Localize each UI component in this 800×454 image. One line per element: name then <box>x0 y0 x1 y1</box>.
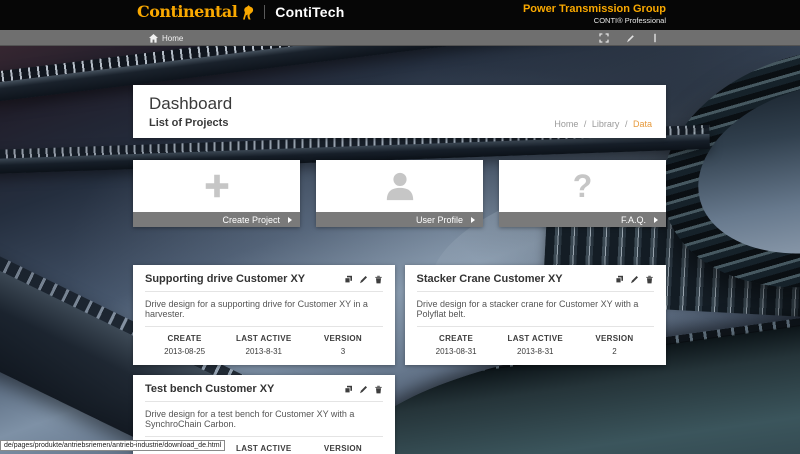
text-cursor-icon <box>652 33 658 43</box>
project-card-stacker-crane[interactable]: Stacker Crane Customer XY <box>405 265 667 365</box>
dashboard-panel: Dashboard List of Projects Home / Librar… <box>133 85 666 138</box>
last-active-header: LAST ACTIVE <box>224 334 303 343</box>
group-identity: Power Transmission Group CONTI® Professi… <box>523 3 666 26</box>
version-header: VERSION <box>303 444 382 453</box>
delete-icon[interactable] <box>374 385 383 394</box>
faq-label: F.A.Q. <box>621 215 646 225</box>
project-actions <box>344 385 383 394</box>
create-project-label: Create Project <box>222 215 280 225</box>
text-cursor-button[interactable] <box>652 33 658 43</box>
breadcrumb-home[interactable]: Home <box>554 119 578 129</box>
nav-home-link[interactable]: Home <box>149 34 183 43</box>
user-profile-card[interactable]: User Profile <box>316 160 483 227</box>
nav-bar: Home <box>0 30 800 46</box>
faq-card[interactable]: ? F.A.Q. <box>499 160 666 227</box>
project-meta-table: CREATE 2013-08-25 LAST ACTIVE 2013-8-31 … <box>145 327 383 365</box>
last-active-header: LAST ACTIVE <box>496 334 575 343</box>
continental-logo[interactable]: Continental ContiTech <box>137 4 345 20</box>
create-value: 2013-08-31 <box>417 347 496 356</box>
brand-divider <box>264 5 265 19</box>
create-project-button[interactable]: Create Project <box>133 212 300 227</box>
arrow-right-icon <box>288 217 292 223</box>
group-subtitle: CONTI® Professional <box>523 16 666 26</box>
home-icon <box>149 34 158 43</box>
continental-wordmark: Continental <box>137 4 237 20</box>
projects-grid: Supporting drive Customer XY <box>133 265 666 454</box>
quick-actions-row: Create Project User Profile <box>133 160 666 227</box>
app-header: Continental ContiTech Power Transmission… <box>0 0 800 30</box>
edit-icon[interactable] <box>630 275 639 284</box>
fullscreen-button[interactable] <box>599 33 609 43</box>
main-content: Dashboard List of Projects Home / Librar… <box>133 46 666 454</box>
user-icon <box>383 170 417 202</box>
breadcrumb: Home / Library / Data <box>551 119 652 129</box>
create-value: 2013-08-25 <box>145 347 224 356</box>
bg-belt-ring-inner <box>680 57 800 279</box>
copy-icon[interactable] <box>344 275 353 284</box>
nav-home-label: Home <box>162 34 183 43</box>
page-title: Dashboard <box>149 93 650 114</box>
group-title: Power Transmission Group <box>523 3 666 15</box>
project-actions <box>615 275 654 284</box>
version-value: 2 <box>575 347 654 356</box>
pencil-icon <box>626 34 635 43</box>
user-profile-button[interactable]: User Profile <box>316 212 483 227</box>
version-header: VERSION <box>303 334 382 343</box>
fullscreen-icon <box>599 33 609 43</box>
breadcrumb-separator: / <box>625 119 628 129</box>
breadcrumb-library[interactable]: Library <box>592 119 620 129</box>
project-meta-table: CREATE 2013-08-31 LAST ACTIVE 2013-8-31 … <box>417 327 655 365</box>
edit-button[interactable] <box>626 34 635 43</box>
project-title: Stacker Crane Customer XY <box>417 273 563 285</box>
project-title: Supporting drive Customer XY <box>145 273 305 285</box>
copy-icon[interactable] <box>344 385 353 394</box>
project-actions <box>344 275 383 284</box>
delete-icon[interactable] <box>374 275 383 284</box>
breadcrumb-data-active[interactable]: Data <box>633 119 652 129</box>
project-description: Drive design for a supporting drive for … <box>145 292 383 327</box>
app-window: Continental ContiTech Power Transmission… <box>0 0 800 454</box>
project-title: Test bench Customer XY <box>145 383 274 395</box>
create-header: CREATE <box>417 334 496 343</box>
faq-button[interactable]: F.A.Q. <box>499 212 666 227</box>
create-header: CREATE <box>145 334 224 343</box>
question-icon: ? <box>573 170 593 202</box>
breadcrumb-separator: / <box>584 119 587 129</box>
project-description: Drive design for a stacker crane for Cus… <box>417 292 655 327</box>
contitech-wordmark: ContiTech <box>275 4 344 20</box>
continental-horse-icon <box>241 5 254 20</box>
last-active-header: LAST ACTIVE <box>224 444 303 453</box>
user-profile-label: User Profile <box>416 215 463 225</box>
version-header: VERSION <box>575 334 654 343</box>
edit-icon[interactable] <box>359 385 368 394</box>
copy-icon[interactable] <box>615 275 624 284</box>
project-description: Drive design for a test bench for Custom… <box>145 402 383 437</box>
status-bar-link-preview: de/pages/produkte/antriebsriemen/antrieb… <box>0 440 225 451</box>
project-card-supporting-drive[interactable]: Supporting drive Customer XY <box>133 265 395 365</box>
create-project-card[interactable]: Create Project <box>133 160 300 227</box>
last-active-value: 2013-8-31 <box>224 347 303 356</box>
last-active-value: 2013-8-31 <box>496 347 575 356</box>
arrow-right-icon <box>471 217 475 223</box>
delete-icon[interactable] <box>645 275 654 284</box>
version-value: 3 <box>303 347 382 356</box>
arrow-right-icon <box>654 217 658 223</box>
edit-icon[interactable] <box>359 275 368 284</box>
plus-icon <box>202 171 232 201</box>
